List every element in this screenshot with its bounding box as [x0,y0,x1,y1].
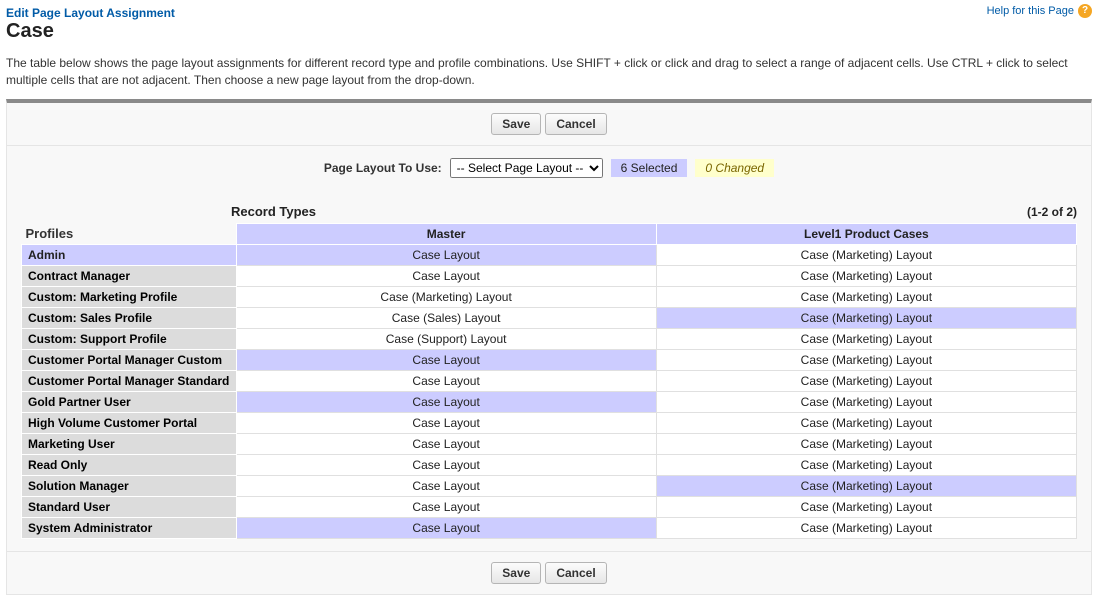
table-row: High Volume Customer PortalCase LayoutCa… [22,412,1077,433]
assignment-cell[interactable]: Case (Marketing) Layout [656,412,1076,433]
page-description: The table below shows the page layout as… [6,55,1092,89]
assignment-cell[interactable]: Case (Marketing) Layout [656,496,1076,517]
table-row: Solution ManagerCase LayoutCase (Marketi… [22,475,1077,496]
profile-cell: Marketing User [22,433,237,454]
assignment-cell[interactable]: Case (Marketing) Layout [656,475,1076,496]
help-icon: ? [1078,4,1092,18]
table-row: Customer Portal Manager StandardCase Lay… [22,370,1077,391]
profile-cell: Custom: Marketing Profile [22,286,237,307]
layout-selector-row: Page Layout To Use: -- Select Page Layou… [7,146,1091,192]
profile-cell: Solution Manager [22,475,237,496]
changed-count-badge: 0 Changed [695,159,774,177]
assignment-cell[interactable]: Case Layout [236,454,656,475]
assignment-cell[interactable]: Case Layout [236,412,656,433]
assignment-cell[interactable]: Case Layout [236,244,656,265]
profile-cell: Read Only [22,454,237,475]
assignment-cell[interactable]: Case Layout [236,349,656,370]
table-row: Custom: Marketing ProfileCase (Marketing… [22,286,1077,307]
assignment-cell[interactable]: Case (Marketing) Layout [656,307,1076,328]
profile-cell: Gold Partner User [22,391,237,412]
assignment-cell[interactable]: Case Layout [236,517,656,538]
assignment-cell[interactable]: Case (Marketing) Layout [656,328,1076,349]
assignment-cell[interactable]: Case (Marketing) Layout [656,454,1076,475]
table-row: Gold Partner UserCase LayoutCase (Market… [22,391,1077,412]
assignment-cell[interactable]: Case Layout [236,475,656,496]
profile-cell: Custom: Support Profile [22,328,237,349]
assignment-cell[interactable]: Case Layout [236,433,656,454]
selected-count-badge: 6 Selected [611,159,688,177]
assignment-cell[interactable]: Case (Marketing) Layout [656,370,1076,391]
profile-cell: High Volume Customer Portal [22,412,237,433]
table-row: AdminCase LayoutCase (Marketing) Layout [22,244,1077,265]
profiles-heading: Profiles [22,223,237,244]
profile-cell: Admin [22,244,237,265]
record-types-heading: Record Types [231,204,316,219]
layout-select[interactable]: -- Select Page Layout -- [450,158,603,178]
assignment-cell[interactable]: Case (Marketing) Layout [656,244,1076,265]
cancel-button[interactable]: Cancel [545,113,606,135]
top-button-row: Save Cancel [7,103,1091,146]
cancel-button[interactable]: Cancel [545,562,606,584]
assignment-cell[interactable]: Case (Marketing) Layout [656,265,1076,286]
assignment-cell[interactable]: Case (Marketing) Layout [656,517,1076,538]
assignment-cell[interactable]: Case Layout [236,370,656,391]
table-row: System AdministratorCase LayoutCase (Mar… [22,517,1077,538]
profile-cell: Customer Portal Manager Standard [22,370,237,391]
profile-cell: Customer Portal Manager Custom [22,349,237,370]
profile-cell: Contract Manager [22,265,237,286]
assignment-cell[interactable]: Case (Marketing) Layout [656,391,1076,412]
table-row: Custom: Sales ProfileCase (Sales) Layout… [22,307,1077,328]
assignment-cell[interactable]: Case Layout [236,391,656,412]
assignment-table: Profiles Master Level1 Product Cases Adm… [21,223,1077,539]
profile-cell: Standard User [22,496,237,517]
table-row: Contract ManagerCase LayoutCase (Marketi… [22,265,1077,286]
column-header: Level1 Product Cases [656,223,1076,244]
pager: (1-2 of 2) [1027,205,1077,219]
profile-cell: Custom: Sales Profile [22,307,237,328]
assignment-cell[interactable]: Case (Sales) Layout [236,307,656,328]
assignment-cell[interactable]: Case Layout [236,265,656,286]
breadcrumb: Edit Page Layout Assignment [6,6,175,20]
assignment-cell[interactable]: Case (Marketing) Layout [656,433,1076,454]
assignment-panel: Save Cancel Page Layout To Use: -- Selec… [6,99,1092,595]
profile-cell: System Administrator [22,517,237,538]
assignment-cell[interactable]: Case Layout [236,496,656,517]
bottom-button-row: Save Cancel [7,551,1091,594]
table-row: Custom: Support ProfileCase (Support) La… [22,328,1077,349]
help-link-text: Help for this Page [987,5,1074,17]
assignment-cell[interactable]: Case (Marketing) Layout [236,286,656,307]
layout-selector-label: Page Layout To Use: [324,161,442,175]
save-button[interactable]: Save [491,113,541,135]
table-row: Read OnlyCase LayoutCase (Marketing) Lay… [22,454,1077,475]
column-header: Master [236,223,656,244]
assignment-cell[interactable]: Case (Marketing) Layout [656,349,1076,370]
assignment-cell[interactable]: Case (Marketing) Layout [656,286,1076,307]
save-button[interactable]: Save [491,562,541,584]
page-title: Case [6,20,175,43]
table-row: Standard UserCase LayoutCase (Marketing)… [22,496,1077,517]
table-row: Customer Portal Manager CustomCase Layou… [22,349,1077,370]
table-row: Marketing UserCase LayoutCase (Marketing… [22,433,1077,454]
assignment-cell[interactable]: Case (Support) Layout [236,328,656,349]
help-link[interactable]: Help for this Page ? [987,4,1092,18]
